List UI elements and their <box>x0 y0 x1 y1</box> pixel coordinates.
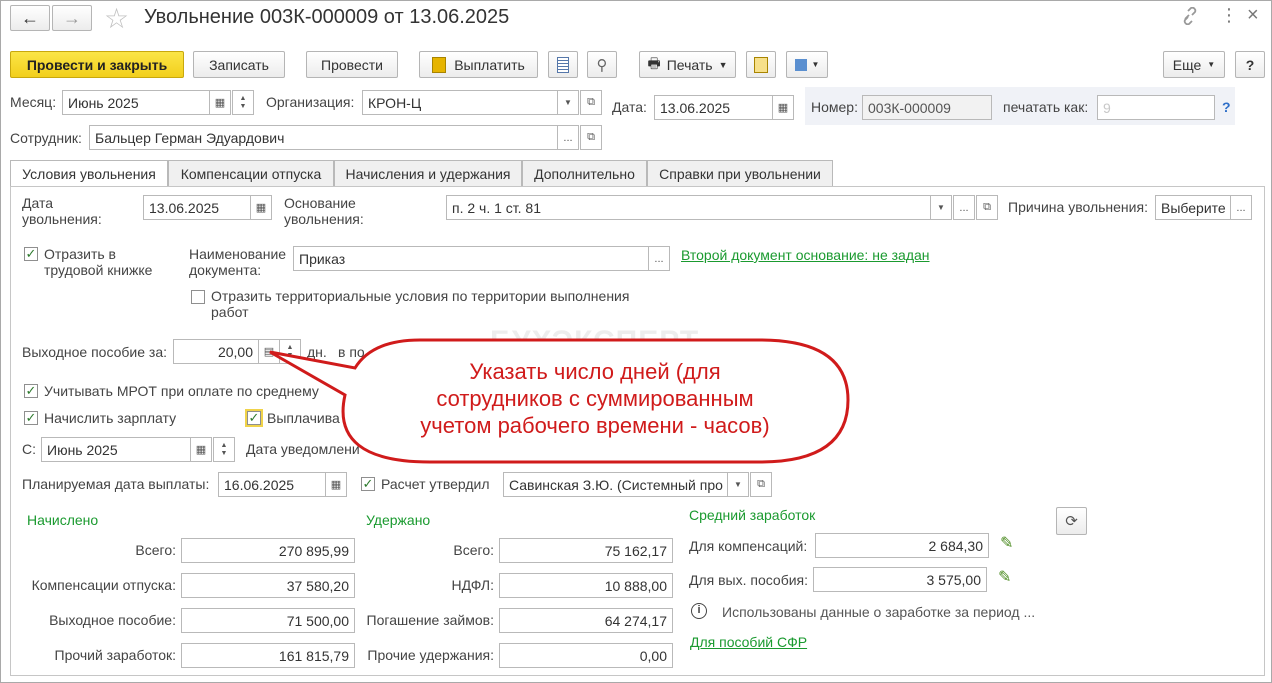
callout-line-3: учетом рабочего времени - часов) <box>420 413 770 438</box>
callout-line-2: сотрудников с суммированным <box>436 386 754 411</box>
callout-line-1: Указать число дней (для <box>469 359 721 384</box>
callout-bubble <box>269 338 850 464</box>
callout-text: Указать число дней (для сотрудников с су… <box>375 358 815 439</box>
